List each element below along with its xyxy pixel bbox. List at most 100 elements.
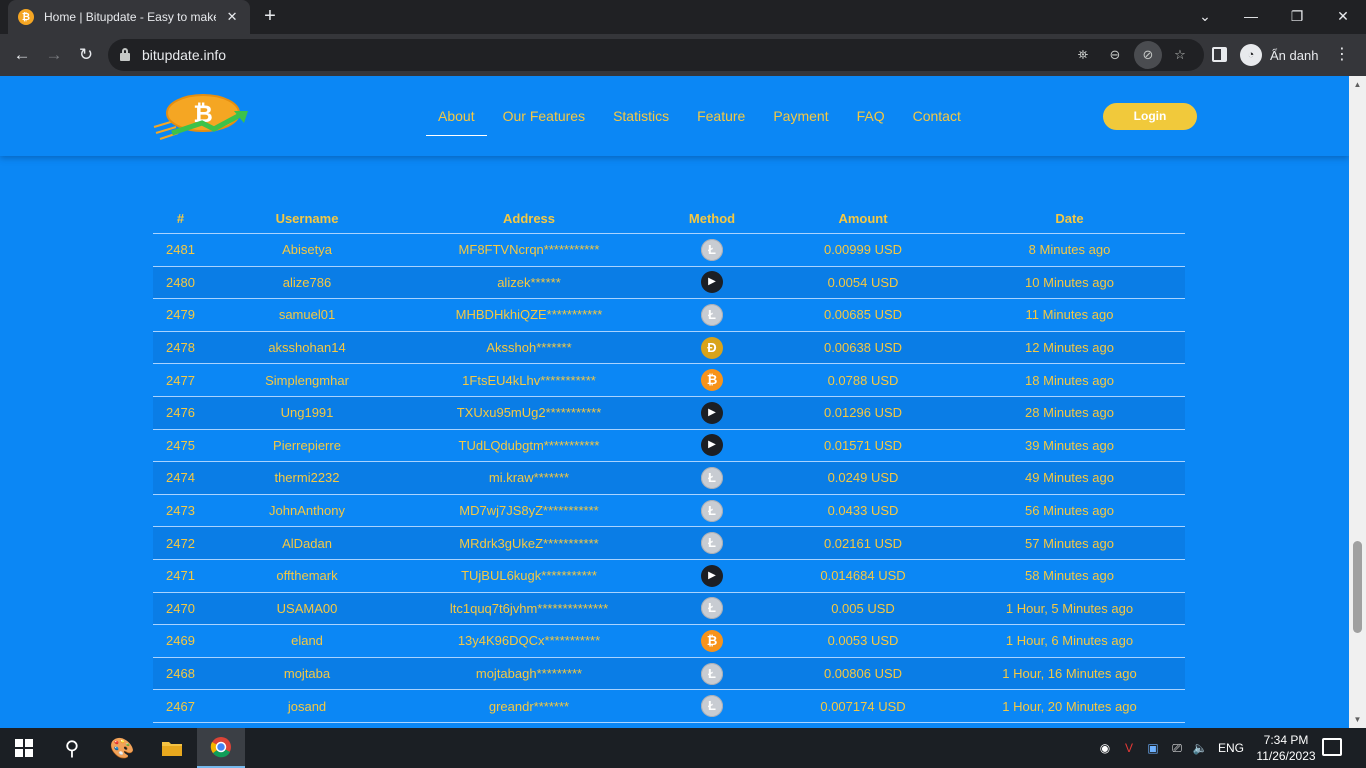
- row-amount: 0.007174 USD: [820, 698, 906, 714]
- scroll-up-icon[interactable]: ▲: [1349, 76, 1366, 93]
- eye-off-icon[interactable]: ⊘: [1134, 41, 1162, 69]
- page-scrollbar[interactable]: ▲ ▼: [1349, 76, 1366, 728]
- login-button[interactable]: Login: [1103, 103, 1197, 130]
- table-row: 2475 Pierrepierre TUdLQdubgtm*********** ▶ 0…: [153, 430, 1185, 463]
- volume-icon[interactable]: 🔈: [1190, 728, 1210, 768]
- col-header-address: Address: [502, 211, 556, 226]
- back-icon[interactable]: ←: [11, 44, 33, 66]
- row-method: Ł: [652, 662, 772, 685]
- row-amount: 0.00999 USD: [823, 242, 903, 258]
- table-row: 2467 josand greandr******* Ł 0.007174 USD 1 H…: [153, 690, 1185, 723]
- row-date: 8 Minutes ago: [1028, 242, 1111, 258]
- scroll-down-icon[interactable]: ▼: [1349, 711, 1366, 728]
- trx-coin-icon: ▶: [701, 564, 723, 587]
- browser-tab[interactable]: ₿ Home | Bitupdate - Easy to make ✕: [8, 0, 250, 34]
- col-header-number: #: [176, 211, 185, 226]
- bitupdate-logo[interactable]: ₿: [152, 93, 252, 141]
- row-address: TUdLQdubgtm***********: [458, 437, 600, 453]
- tray-app-icon[interactable]: ◉: [1096, 728, 1114, 768]
- ltc-coin-icon: Ł: [701, 597, 723, 620]
- btc-coin-icon: ₿: [701, 369, 723, 392]
- table-row: 2472 AlDadan MRdrk3gUkeZ*********** Ł 0.0216…: [153, 527, 1185, 560]
- nav-statistics[interactable]: Statistics: [613, 104, 669, 136]
- table-row: 2478 aksshohan14 Aksshoh******* Đ 0.00638 US…: [153, 331, 1185, 365]
- row-username: eland: [291, 633, 323, 649]
- address-bar[interactable]: bitupdate.info ⛯ ⊖ ⊘ ☆: [108, 39, 1204, 71]
- network-icon[interactable]: ⎚: [1168, 728, 1186, 768]
- row-number: 2475: [166, 437, 195, 453]
- row-number: 2468: [166, 666, 195, 682]
- chrome-icon[interactable]: [197, 728, 245, 768]
- doge-coin-icon: Đ: [701, 336, 723, 359]
- row-username: josand: [287, 698, 327, 714]
- restore-icon[interactable]: ❐: [1285, 5, 1309, 29]
- table-row: 2477 Simplengmhar 1FtsEU4kLhv*********** ₿ 0…: [153, 364, 1185, 397]
- nav-faq[interactable]: FAQ: [857, 104, 885, 136]
- close-tab-icon[interactable]: ✕: [224, 9, 240, 25]
- side-panel-icon[interactable]: [1212, 47, 1227, 62]
- row-method: Ł: [652, 466, 772, 489]
- page-viewport: ₿ About Our Features Statistics Feature …: [0, 76, 1349, 728]
- trx-coin-icon: ▶: [701, 401, 723, 424]
- row-address: mi.kraw*******: [488, 470, 570, 486]
- table-header: # Username Address Method Amount Date: [153, 210, 1185, 234]
- taskbar-clock[interactable]: 7:34 PM 11/26/2023: [1254, 732, 1318, 764]
- language-indicator[interactable]: ENG: [1214, 728, 1248, 768]
- row-address: Aksshoh*******: [486, 340, 572, 356]
- minimize-icon[interactable]: —: [1239, 5, 1263, 29]
- row-amount: 0.0054 USD: [827, 274, 899, 290]
- row-username: offthemark: [276, 568, 338, 584]
- row-username: aksshohan14: [268, 340, 346, 356]
- row-address: TUjBUL6kugk***********: [461, 568, 597, 584]
- row-address: greandr*******: [488, 698, 570, 714]
- scrollbar-thumb[interactable]: [1353, 541, 1362, 633]
- lock-icon[interactable]: [120, 48, 130, 61]
- zoom-icon[interactable]: ⊖: [1106, 46, 1124, 64]
- trx-coin-icon: ▶: [701, 434, 723, 457]
- ltc-coin-icon: Ł: [701, 303, 723, 326]
- row-date: 1 Hour, 6 Minutes ago: [1005, 633, 1134, 649]
- tray-monitor-icon[interactable]: ▣: [1144, 728, 1162, 768]
- row-method: Ł: [652, 597, 772, 620]
- new-tab-icon[interactable]: +: [260, 6, 280, 26]
- notifications-icon[interactable]: [1322, 738, 1342, 756]
- col-header-username: Username: [275, 211, 339, 226]
- row-username: alize786: [282, 274, 332, 290]
- row-number: 2477: [166, 372, 195, 388]
- table-row: 2481 Abisetya MF8FTVNcrqn*********** Ł 0.009…: [153, 234, 1185, 267]
- row-number: 2467: [166, 698, 195, 714]
- site-header: ₿ About Our Features Statistics Feature …: [0, 76, 1349, 156]
- ltc-coin-icon: Ł: [701, 695, 723, 718]
- row-address: TXUxu95mUg2***********: [456, 405, 602, 421]
- row-date: 18 Minutes ago: [1025, 372, 1114, 388]
- row-date: 57 Minutes ago: [1025, 535, 1114, 551]
- close-window-icon[interactable]: ✕: [1331, 5, 1355, 29]
- row-address: mojtabagh*********: [475, 666, 583, 682]
- forward-icon[interactable]: →: [43, 44, 65, 66]
- tray-antivirus-icon[interactable]: V: [1120, 728, 1138, 768]
- nav-about[interactable]: About: [426, 104, 487, 136]
- row-amount: 0.014684 USD: [820, 568, 906, 584]
- row-date: 49 Minutes ago: [1025, 470, 1114, 486]
- tab-search-chevron-icon[interactable]: ⌄: [1193, 5, 1217, 29]
- row-date: 39 Minutes ago: [1025, 437, 1114, 453]
- nav-contact[interactable]: Contact: [913, 104, 961, 136]
- nav-our-features[interactable]: Our Features: [503, 104, 585, 136]
- translate-icon[interactable]: ⛯: [1074, 46, 1092, 64]
- paint-icon[interactable]: 🎨: [98, 728, 146, 768]
- file-explorer-icon[interactable]: [148, 728, 196, 768]
- table-row: 2479 samuel01 MHBDHkhiQZE*********** Ł 0.006…: [153, 299, 1185, 332]
- row-date: 56 Minutes ago: [1025, 503, 1114, 519]
- nav-payment[interactable]: Payment: [773, 104, 828, 136]
- menu-icon[interactable]: ⋮: [1334, 44, 1350, 66]
- incognito-profile[interactable]: ◔ Ẩn danh: [1240, 44, 1318, 66]
- start-icon[interactable]: [0, 728, 48, 768]
- star-icon[interactable]: ☆: [1171, 46, 1189, 64]
- row-address: MRdrk3gUkeZ***********: [459, 535, 599, 551]
- nav-feature[interactable]: Feature: [697, 104, 745, 136]
- row-method: ▶: [652, 564, 772, 587]
- row-address: ltc1quq7t6jvhm**************: [449, 600, 609, 616]
- reload-icon[interactable]: ↻: [75, 44, 97, 66]
- search-icon[interactable]: ⚲: [48, 728, 96, 768]
- row-amount: 0.01571 USD: [823, 437, 903, 453]
